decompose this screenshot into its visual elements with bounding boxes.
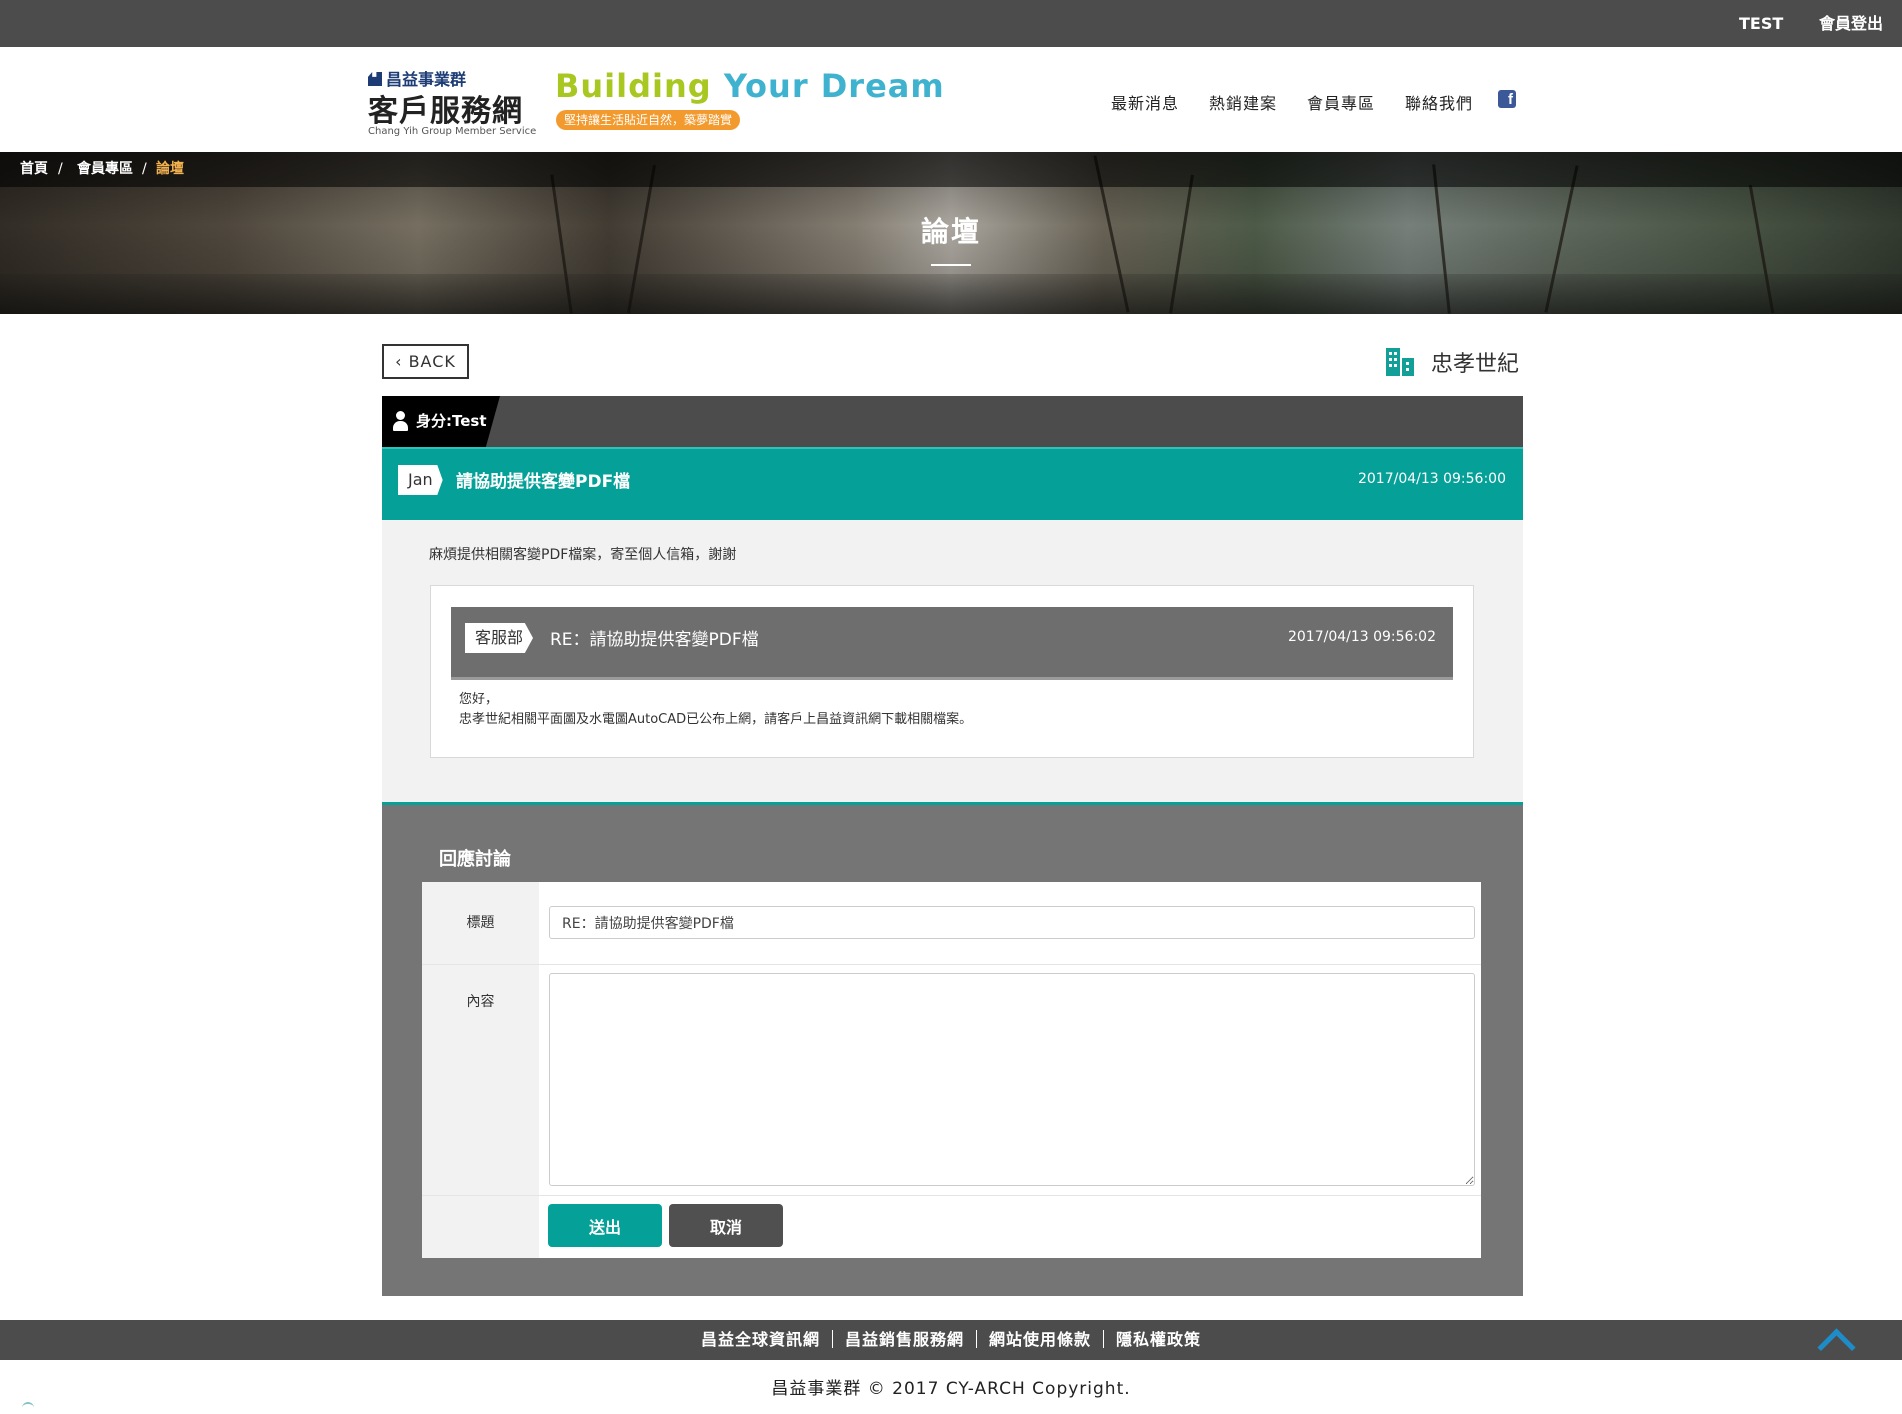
actions-label-cell [422, 1196, 539, 1258]
top-bar: TEST 會員登出 [0, 0, 1902, 47]
title-input[interactable] [549, 906, 1475, 939]
footer-link-global[interactable]: 昌益全球資訊網 [689, 1330, 832, 1349]
site-name: 客戶服務網 [368, 94, 523, 129]
reply-card: 客服部 RE：請協助提供客變PDF檔 2017/04/13 09:56:02 您… [430, 585, 1474, 758]
site-header: 昌益事業群 客戶服務網 Chang Yih Group Member Servi… [0, 47, 1902, 152]
breadcrumb-current: 論壇 [156, 161, 184, 177]
nav-latest-news[interactable]: 最新消息 [1111, 90, 1179, 114]
topic-date: 2017/04/13 09:56:00 [1357, 471, 1506, 487]
reply-date: 2017/04/13 09:56:02 [1287, 629, 1436, 645]
tagline: 堅持讓生活貼近自然，築夢踏實 [556, 110, 741, 130]
submit-button[interactable]: 送出 [548, 1204, 662, 1247]
user-icon [392, 411, 408, 431]
reply-content: 您好， 忠孝世紀相關平面圖及水電圖AutoCAD已公布上網，請客戶上昌益資訊網下… [459, 690, 972, 730]
back-to-top-icon[interactable] [1815, 1328, 1855, 1352]
cancel-button[interactable]: 取消 [669, 1204, 783, 1247]
topic-title: 請協助提供客變PDF檔 [456, 472, 631, 492]
footer-link-privacy[interactable]: 隱私權政策 [1104, 1330, 1213, 1349]
topic-header: Jan 請協助提供客變PDF檔 2017/04/13 09:56:00 [382, 447, 1523, 520]
row-divider [422, 1195, 1481, 1196]
identity-bar: 身分:Test [382, 396, 1523, 447]
breadcrumb-separator: / [58, 161, 63, 177]
topic-body: 麻煩提供相關客變PDF檔案，寄至個人信箱，謝謝 客服部 RE：請協助提供客變PD… [382, 520, 1523, 802]
reply-header: 客服部 RE：請協助提供客變PDF檔 2017/04/13 09:56:02 [451, 607, 1453, 680]
footer-bar: 昌益全球資訊網 昌益銷售服務網 網站使用條款 隱私權政策 [0, 1320, 1902, 1360]
breadcrumb-separator: / [142, 161, 147, 177]
reply-line: 忠孝世紀相關平面圖及水電圖AutoCAD已公布上網，請客戶上昌益資訊網下載相關檔… [459, 712, 973, 727]
topic-content: 麻煩提供相關客變PDF檔案，寄至個人信箱，謝謝 [429, 547, 737, 563]
back-button[interactable]: ‹ BACK [382, 344, 469, 379]
project-name: 忠孝世紀 [1431, 352, 1520, 377]
project-title: 忠孝世紀 [1384, 346, 1519, 382]
content-label: 內容 [422, 965, 539, 1195]
breadcrumb-home[interactable]: 首頁 [20, 152, 48, 187]
nav-hot-projects[interactable]: 熱銷建案 [1209, 90, 1277, 114]
group-logo-icon [368, 72, 382, 86]
facebook-icon[interactable]: f [1498, 90, 1516, 108]
loading-indicator-icon [22, 1402, 34, 1414]
copyright: 昌益事業群 © 2017 CY-ARCH Copyright. [771, 1379, 1131, 1399]
identity-label: 身分:Test [382, 396, 500, 447]
footer-links: 昌益全球資訊網 昌益銷售服務網 網站使用條款 隱私權政策 [0, 1320, 1902, 1360]
footer-link-sales[interactable]: 昌益銷售服務網 [833, 1330, 976, 1349]
topic-author: Jan [398, 465, 443, 495]
breadcrumb-member[interactable]: 會員專區 [77, 152, 133, 187]
nav-contact-us[interactable]: 聯絡我們 [1405, 90, 1473, 114]
site-subtitle: Chang Yih Group Member Service [368, 126, 537, 137]
user-identity: 身分:Test [416, 412, 487, 430]
form-heading: 回應討論 [439, 849, 511, 870]
reply-title: RE：請協助提供客變PDF檔 [550, 630, 759, 650]
footer-link-terms[interactable]: 網站使用條款 [977, 1330, 1103, 1349]
title-label: 標題 [422, 882, 539, 964]
nav-member-area[interactable]: 會員專區 [1307, 90, 1375, 114]
user-name-link[interactable]: TEST [1739, 0, 1783, 47]
title-underline [931, 264, 971, 266]
slogan: Building Your Dream [555, 67, 945, 105]
row-divider [422, 964, 1481, 965]
reply-author: 客服部 [465, 623, 534, 653]
content-textarea[interactable] [549, 973, 1475, 1186]
page-title: 論壇 [920, 215, 981, 248]
logout-link[interactable]: 會員登出 [1819, 0, 1883, 47]
reply-form: 標題 內容 送出 取消 [422, 882, 1481, 1258]
reply-form-panel: 回應討論 標題 內容 送出 取消 [382, 802, 1523, 1296]
building-icon [1384, 346, 1416, 378]
reply-line: 您好， [459, 692, 499, 707]
breadcrumb: 首頁 / 會員專區 / 論壇 [0, 152, 1902, 187]
